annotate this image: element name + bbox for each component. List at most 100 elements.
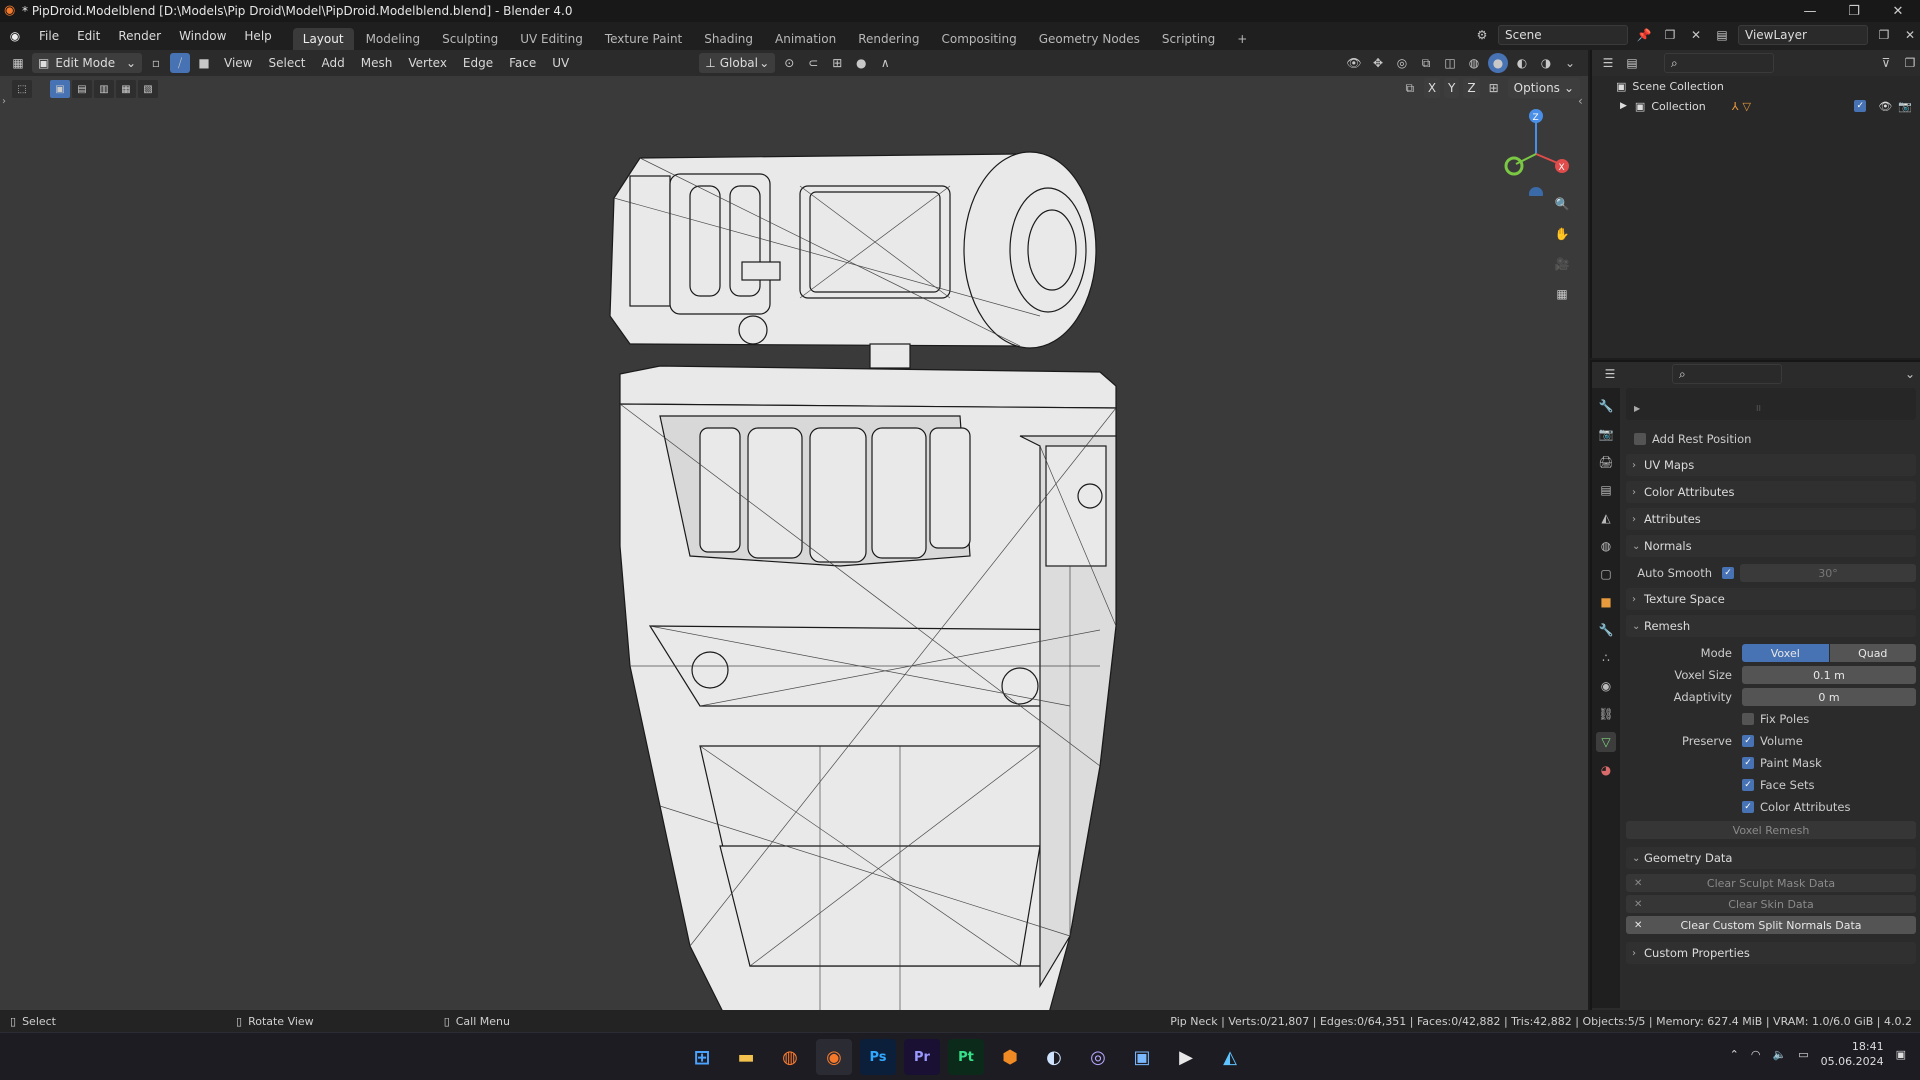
new-scene-icon[interactable]: ❐ (1660, 25, 1680, 45)
wireframe-shading-icon[interactable]: ◍ (1464, 53, 1484, 73)
pivot-icon[interactable]: ⊙ (779, 53, 799, 73)
perspective-grid-icon[interactable]: ▦ (1552, 284, 1572, 304)
voxel-remesh-button[interactable]: Voxel Remesh (1626, 821, 1916, 839)
outliner-editor-icon[interactable]: ☰ (1598, 53, 1618, 73)
shape-key-list[interactable]: ▶ ⁝⁝ (1626, 388, 1916, 420)
render-tab-icon[interactable]: 📷 (1596, 424, 1616, 444)
volume-icon[interactable]: 🔈 (1773, 1048, 1787, 1061)
tab-rendering[interactable]: Rendering (848, 28, 929, 50)
toolbar-expand-icon[interactable]: › (2, 96, 6, 107)
falloff-icon[interactable]: ∧ (875, 53, 895, 73)
view-layer-icon[interactable]: ▤ (1712, 25, 1732, 45)
properties-editor-icon[interactable]: ☰ (1600, 364, 1620, 384)
visibility-icon[interactable]: 👁 (1344, 53, 1364, 73)
menu-edge[interactable]: Edge (457, 56, 499, 70)
display-mode-icon[interactable]: ▤ (1622, 53, 1642, 73)
face-select-icon[interactable]: ■ (194, 53, 214, 73)
geometry-data-panel-header[interactable]: ⌄ Geometry Data (1626, 847, 1916, 869)
tab-uv-editing[interactable]: UV Editing (510, 28, 593, 50)
new-collection-icon[interactable]: ❐ (1900, 53, 1920, 73)
tab-shading[interactable]: Shading (694, 28, 763, 50)
notifications-icon[interactable]: ▣ (1896, 1048, 1906, 1061)
preserve-face-sets-row[interactable]: ✓ Face Sets (1626, 774, 1916, 796)
eye-icon[interactable]: 👁 (1878, 100, 1892, 113)
steam-icon[interactable]: ◐ (1036, 1039, 1072, 1075)
view-layer-selector[interactable]: ViewLayer (1738, 25, 1868, 45)
rendered-shading-icon[interactable]: ◑ (1536, 53, 1556, 73)
camera-view-icon[interactable]: 🎥 (1552, 254, 1572, 274)
mesh-overlay-icon[interactable]: ⧉ (1416, 53, 1436, 73)
snap-icon[interactable]: ⊂ (803, 53, 823, 73)
render-camera-icon[interactable]: 📷 (1898, 100, 1912, 113)
material-tab-icon[interactable]: ◕ (1596, 760, 1616, 780)
filter-icon[interactable]: ⊽ (1876, 53, 1896, 73)
tab-scripting[interactable]: Scripting (1152, 28, 1225, 50)
droid-wireframe-model[interactable] (600, 146, 1120, 1066)
select-new-icon[interactable]: ▣ (50, 80, 70, 98)
tab-sculpting[interactable]: Sculpting (432, 28, 508, 50)
select-intersect-icon[interactable]: ▧ (138, 80, 158, 98)
preserve-paint-mask-checkbox[interactable]: ✓ (1742, 757, 1754, 769)
preserve-volume-checkbox[interactable]: ✓ (1742, 735, 1754, 747)
select-subtract-icon[interactable]: ▥ (94, 80, 114, 98)
menu-window[interactable]: Window (170, 22, 235, 50)
transform-orientation[interactable]: ⊥ Global ⌄ (699, 53, 776, 73)
pan-hand-icon[interactable]: ✋ (1552, 224, 1572, 244)
menu-vertex[interactable]: Vertex (402, 56, 453, 70)
uv-maps-panel-header[interactable]: › UV Maps (1626, 454, 1916, 476)
attributes-panel-header[interactable]: › Attributes (1626, 508, 1916, 530)
zoom-icon[interactable]: 🔍 (1552, 194, 1572, 214)
delete-scene-icon[interactable]: ✕ (1686, 25, 1706, 45)
blender-taskbar-icon[interactable]: ◉ (816, 1039, 852, 1075)
particles-tab-icon[interactable]: ∴ (1596, 648, 1616, 668)
snap-target-icon[interactable]: ⊞ (827, 53, 847, 73)
world-tab-icon[interactable]: ◍ (1596, 536, 1616, 556)
premiere-icon[interactable]: Pr (904, 1039, 940, 1075)
mode-voxel-button[interactable]: Voxel (1742, 644, 1829, 662)
gizmo-icon[interactable]: ✥ (1368, 53, 1388, 73)
scene-collection-row[interactable]: ▣ Scene Collection (1592, 76, 1920, 96)
preserve-volume-row[interactable]: Preserve ✓ Volume (1626, 730, 1916, 752)
substance-painter-icon[interactable]: Pt (948, 1039, 984, 1075)
tab-modeling[interactable]: Modeling (356, 28, 431, 50)
constraints-tab-icon[interactable]: ⛓ (1596, 704, 1616, 724)
mode-quad-button[interactable]: Quad (1829, 644, 1916, 662)
object-tab-icon[interactable]: ■ (1596, 592, 1616, 612)
scene-tab-icon[interactable]: ◭ (1596, 508, 1616, 528)
pin-icon[interactable]: 📌 (1634, 25, 1654, 45)
preserve-color-attributes-row[interactable]: ✓ Color Attributes (1626, 796, 1916, 818)
auto-merge-icon[interactable]: ⊞ (1484, 78, 1504, 98)
tab-layout[interactable]: Layout (292, 28, 354, 50)
tab-geometry-nodes[interactable]: Geometry Nodes (1029, 28, 1150, 50)
output-tab-icon[interactable]: 🖨 (1596, 452, 1616, 472)
outliner-search-input[interactable]: ⌕ (1664, 53, 1774, 73)
physics-tab-icon[interactable]: ◉ (1596, 676, 1616, 696)
auto-smooth-checkbox[interactable]: ✓ (1722, 567, 1734, 579)
file-explorer-icon[interactable]: ▬ (728, 1039, 764, 1075)
solid-shading-icon[interactable]: ● (1488, 53, 1508, 73)
menu-add[interactable]: Add (316, 56, 351, 70)
delete-view-layer-icon[interactable]: ✕ (1900, 25, 1920, 45)
mesh-data-tab-icon[interactable]: ▽ (1596, 732, 1616, 752)
axis-z[interactable]: Z (1463, 78, 1480, 98)
wifi-icon[interactable]: ◠ (1751, 1048, 1761, 1061)
close-icon[interactable]: ✕ (1876, 0, 1920, 22)
menu-render[interactable]: Render (109, 22, 170, 50)
drag-handle-icon[interactable]: ⁝⁝ (1756, 404, 1761, 413)
voxel-size-field[interactable]: 0.1 m (1742, 666, 1916, 684)
select-tool-icon[interactable]: ⬚ (12, 80, 32, 98)
menu-file[interactable]: File (30, 22, 68, 50)
tab-texture-paint[interactable]: Texture Paint (595, 28, 692, 50)
menu-view[interactable]: View (218, 56, 258, 70)
edge-select-icon[interactable]: ⧸ (170, 53, 190, 73)
3d-viewport[interactable]: ⬚ ▣ ▤ ▥ ▦ ▧ ⧉ X Y Z ⊞ Options ⌄ › Z X 🔍 ✋… (0, 76, 1588, 1047)
clear-sculpt-mask-button[interactable]: ✕ Clear Sculpt Mask Data (1626, 874, 1916, 892)
preserve-face-sets-checkbox[interactable]: ✓ (1742, 779, 1754, 791)
shading-options-icon[interactable]: ⌄ (1560, 53, 1580, 73)
photoshop-icon[interactable]: Ps (860, 1039, 896, 1075)
expand-icon[interactable]: ▶ (1620, 101, 1627, 111)
tool-tab-icon[interactable]: 🔧 (1596, 396, 1616, 416)
fix-poles-checkbox[interactable] (1742, 713, 1754, 725)
options-dropdown[interactable]: Options ⌄ (1507, 78, 1580, 98)
clear-custom-split-normals-button[interactable]: ✕ Clear Custom Split Normals Data (1626, 916, 1916, 934)
